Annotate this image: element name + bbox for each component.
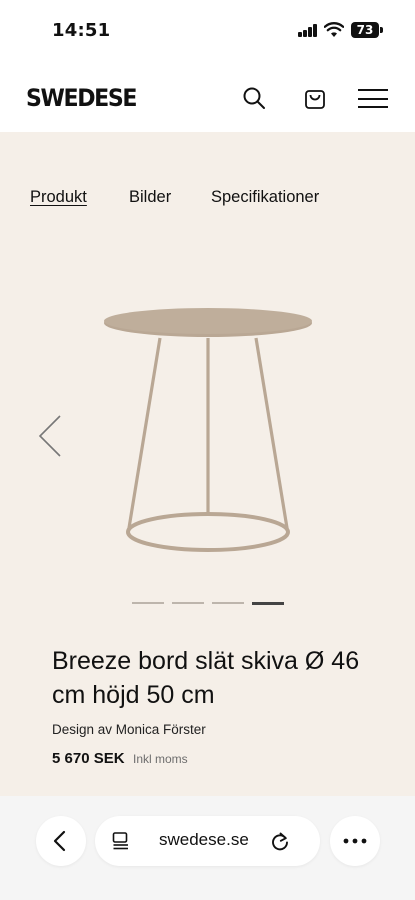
swedese-logo[interactable]: SWEDESE xyxy=(26,84,137,112)
gallery-dot-2[interactable] xyxy=(172,602,204,604)
url-text: swedese.se xyxy=(159,830,249,849)
vat-note: Inkl moms xyxy=(133,752,188,766)
battery-level: 73 xyxy=(356,23,374,37)
browser-toolbar: swedese.se xyxy=(0,796,415,900)
menu-icon[interactable] xyxy=(358,84,388,114)
address-bar[interactable]: swedese.se xyxy=(95,816,320,866)
page-menu-icon[interactable] xyxy=(111,831,131,851)
tab-produkt[interactable]: Produkt xyxy=(30,188,87,207)
product-image xyxy=(104,308,312,552)
signal-icon xyxy=(298,24,318,37)
gallery-dot-1[interactable] xyxy=(132,602,164,604)
gallery-dot-3[interactable] xyxy=(212,602,244,604)
tab-bilder[interactable]: Bilder xyxy=(129,188,171,207)
search-icon[interactable] xyxy=(240,84,270,114)
product-section: Produkt Bilder Specifikationer Breeze bo… xyxy=(0,132,415,796)
status-time: 14:51 xyxy=(52,20,111,41)
back-button[interactable] xyxy=(36,816,86,866)
tab-specifikationer[interactable]: Specifikationer xyxy=(211,188,319,207)
gallery-dot-4[interactable] xyxy=(252,602,284,605)
product-title: Breeze bord slät skiva Ø 46 cm höjd 50 c… xyxy=(52,647,360,709)
product-price: 5 670 SEK xyxy=(52,750,125,767)
chevron-left-icon[interactable] xyxy=(36,412,66,460)
site-header: SWEDESE xyxy=(0,62,415,132)
chevron-left-icon xyxy=(53,830,66,852)
more-button[interactable] xyxy=(330,816,380,866)
gallery-indicator xyxy=(132,602,284,605)
wifi-icon xyxy=(324,22,344,37)
status-bar: 14:51 73 xyxy=(0,0,415,62)
reload-icon[interactable] xyxy=(269,830,291,852)
cart-icon[interactable] xyxy=(300,84,330,114)
battery-icon: 73 xyxy=(351,22,379,38)
price-row: 5 670 SEK Inkl moms xyxy=(52,750,188,768)
battery-tip xyxy=(380,27,383,33)
product-designer: Design av Monica Förster xyxy=(52,722,206,737)
more-icon xyxy=(343,838,367,844)
